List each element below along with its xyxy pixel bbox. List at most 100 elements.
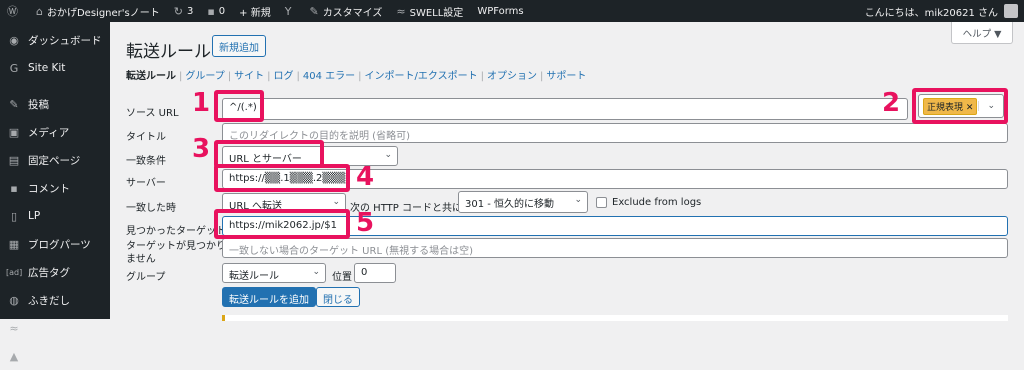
callout-box-4 bbox=[214, 164, 350, 192]
sidebar-item-dashboard[interactable]: ◉ ダッシュボード bbox=[0, 26, 110, 54]
subnav-logs[interactable]: ログ bbox=[274, 71, 294, 82]
blog-parts-icon: ▦ bbox=[8, 237, 20, 251]
exclude-from-logs-label: Exclude from logs bbox=[612, 197, 702, 208]
unmatched-target-input[interactable]: 一致しない場合のターゲット URL (無視する場合は空) bbox=[222, 238, 1008, 258]
sidebar-item-label: メディア bbox=[28, 126, 70, 139]
subnav-separator: | bbox=[227, 71, 232, 82]
chevron-down-icon: ⌄ bbox=[574, 195, 582, 205]
group-label: グループ bbox=[126, 272, 166, 283]
site-name-menu[interactable]: ⌂ おかげDesigner'sノート bbox=[29, 0, 167, 22]
account-menu[interactable]: こんにちは、mik20621 さん bbox=[865, 4, 1024, 19]
sidebar-item-label: 固定ページ bbox=[28, 154, 81, 167]
callout-number-2: 2 bbox=[882, 88, 901, 118]
wordpress-logo-menu[interactable]: Ⓦ bbox=[0, 0, 29, 22]
chevron-down-icon: ⌄ bbox=[312, 267, 320, 277]
sidebar-item-label: コメント bbox=[28, 182, 70, 195]
brush-icon: ✎ bbox=[309, 4, 319, 18]
group-select[interactable]: 転送ルール ⌄ bbox=[222, 263, 326, 283]
yoast-menu[interactable]: Y bbox=[278, 0, 303, 22]
wpforms-menu[interactable]: WPForms bbox=[470, 0, 530, 22]
balloon-icon: ◍ bbox=[9, 293, 19, 307]
close-button[interactable]: 閉じる bbox=[316, 287, 360, 307]
comment-icon: ▪ bbox=[10, 181, 18, 195]
callout-box-5 bbox=[214, 209, 350, 239]
google-icon: G bbox=[9, 61, 19, 75]
subnav-separator: | bbox=[480, 71, 484, 82]
subnav-redirects[interactable]: 転送ルール bbox=[126, 71, 176, 82]
add-new-button[interactable]: 新規追加 bbox=[212, 35, 266, 57]
customize-menu[interactable]: ✎ カスタマイズ bbox=[302, 0, 389, 22]
subnav-separator: | bbox=[179, 71, 183, 82]
position-input[interactable]: 0 bbox=[354, 263, 396, 283]
sidebar-item-ad-tags[interactable]: [ad] 広告タグ bbox=[0, 258, 110, 286]
server-label: サーバー bbox=[126, 178, 166, 189]
updates-icon: ↻ bbox=[173, 4, 183, 18]
subnav-support[interactable]: サポート bbox=[546, 71, 586, 82]
sidebar-item-label: LP bbox=[28, 210, 41, 222]
admin-bar: Ⓦ ⌂ おかげDesigner'sノート ↻ 3 ▪ 0 + 新規 Y ✎ カスタマイズ… bbox=[0, 0, 1024, 22]
new-content-menu[interactable]: + 新規 bbox=[232, 0, 278, 22]
dashboard-icon: ◉ bbox=[9, 33, 19, 47]
matched-target-label: 見つかったターゲット bbox=[126, 226, 226, 237]
notice-strip bbox=[222, 315, 1008, 321]
wpforms-label: WPForms bbox=[477, 5, 524, 17]
sidebar-item-posts[interactable]: ✎ 投稿 bbox=[0, 90, 110, 118]
sidebar-item-label: 広告タグ bbox=[28, 266, 70, 279]
position-label: 位置 bbox=[332, 272, 352, 283]
subnav-separator: | bbox=[358, 71, 362, 82]
new-content-label: + 新規 bbox=[239, 7, 271, 19]
callout-number-3: 3 bbox=[192, 134, 211, 164]
comments-count: 0 bbox=[218, 5, 226, 17]
subnav-separator: | bbox=[540, 71, 544, 82]
match-label: 一致条件 bbox=[126, 156, 166, 167]
subnav-groups[interactable]: グループ bbox=[185, 71, 224, 82]
http-code-select[interactable]: 301 - 恒久的に移動 ⌄ bbox=[458, 191, 588, 213]
avatar bbox=[1004, 4, 1018, 18]
subnav-options[interactable]: オプション bbox=[487, 71, 537, 82]
lp-icon: ▯ bbox=[10, 209, 18, 223]
callout-box-2 bbox=[912, 88, 1008, 124]
site-name: おかげDesigner'sノート bbox=[46, 7, 160, 19]
unmatched-target-label-line1: ターゲットが見つかり bbox=[126, 241, 226, 252]
home-icon: ⌂ bbox=[36, 4, 43, 18]
exclude-from-logs-checkbox[interactable] bbox=[596, 197, 607, 208]
chevron-down-icon: ⌄ bbox=[332, 197, 340, 207]
sidebar-item-blog-parts[interactable]: ▦ ブログパーツ bbox=[0, 230, 110, 258]
ad-tag-icon: [ad] bbox=[6, 267, 23, 277]
unmatched-target-label-line2: ません bbox=[126, 254, 156, 265]
swell-settings-menu[interactable]: ≈ SWELL設定 bbox=[389, 0, 470, 22]
source-url-input[interactable]: ^/(.*) bbox=[222, 98, 908, 120]
comments-menu[interactable]: ▪ 0 bbox=[200, 0, 232, 22]
help-tab[interactable]: ヘルプ ▼ bbox=[951, 22, 1013, 44]
unmatched-target-label: ターゲットが見つかり ません bbox=[126, 240, 226, 266]
group-value: 転送ルール bbox=[229, 271, 279, 282]
callout-number-5: 5 bbox=[356, 208, 375, 238]
page-title: 転送ルール bbox=[126, 42, 211, 62]
title-input[interactable]: このリダイレクトの目的を説明 (省略可) bbox=[222, 123, 1008, 143]
subnav-sites[interactable]: サイト bbox=[234, 71, 264, 82]
subnav: 転送ルール | グループ | サイト | ログ | 404 エラー | インポート/エクスポート | オ… bbox=[126, 67, 586, 82]
sidebar-item-media[interactable]: ▣ メディア bbox=[0, 118, 110, 146]
when-matched-label: 一致した時 bbox=[126, 203, 176, 214]
sidebar-item-comments[interactable]: ▪ コメント bbox=[0, 174, 110, 202]
add-redirect-button[interactable]: 転送ルールを追加 bbox=[222, 287, 316, 307]
sidebar-item-arkhe[interactable]: ▲ Arkhe Blocks bbox=[0, 342, 110, 370]
wordpress-icon: Ⓦ bbox=[7, 5, 18, 18]
subnav-separator: | bbox=[267, 71, 271, 82]
chevron-down-icon: ⌄ bbox=[384, 150, 392, 160]
subnav-import-export[interactable]: インポート/エクスポート bbox=[365, 71, 478, 82]
sidebar-item-swell[interactable]: ≈ SWELL設定 bbox=[0, 314, 110, 342]
updates-menu[interactable]: ↻ 3 bbox=[167, 0, 201, 22]
sidebar-item-lp[interactable]: ▯ LP bbox=[0, 202, 110, 230]
sidebar-item-label: 投稿 bbox=[28, 98, 49, 111]
swell-icon: ≈ bbox=[9, 321, 19, 335]
sidebar-item-sitekit[interactable]: G Site Kit bbox=[0, 54, 110, 82]
sidebar-item-pages[interactable]: ▤ 固定ページ bbox=[0, 146, 110, 174]
updates-count: 3 bbox=[186, 5, 194, 17]
main-content: 転送ルール 新規追加 ヘルプ ▼ 転送ルール | グループ | サイト | ログ | 404 エ… bbox=[110, 22, 1024, 321]
title-label: タイトル bbox=[126, 132, 166, 143]
sidebar-item-balloon[interactable]: ◍ ふきだし bbox=[0, 286, 110, 314]
greeting: こんにちは、mik20621 さん bbox=[864, 7, 998, 19]
callout-box-1 bbox=[214, 90, 264, 122]
subnav-404[interactable]: 404 エラー bbox=[303, 71, 355, 82]
